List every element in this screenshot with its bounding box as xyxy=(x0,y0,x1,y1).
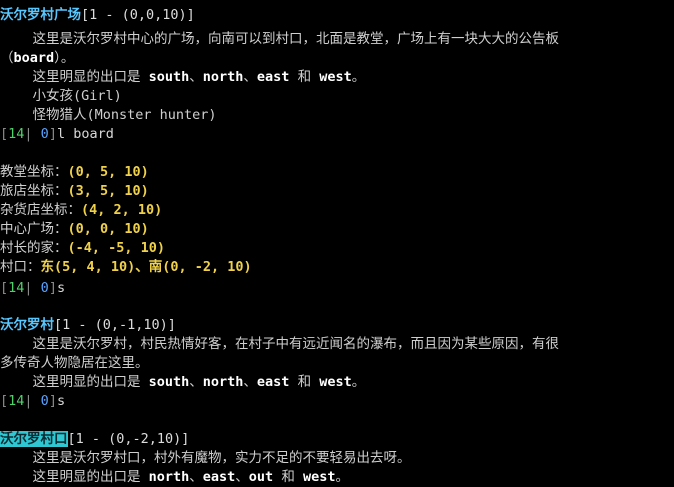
npc-monster-hunter: 怪物猎人(Monster hunter) xyxy=(0,107,217,123)
room-description: 这里是沃尔罗村中心的广场，向南可以到村口，北面是教堂，广场上有一块大大的公告板 xyxy=(0,31,560,47)
room-header: 沃尔罗村[1 - (0,-1,10)] xyxy=(0,316,674,335)
room-name: 沃尔罗村 xyxy=(0,317,54,333)
command-text: l board xyxy=(56,126,114,142)
exit-east: east xyxy=(256,374,290,390)
room-header: 沃尔罗村广场[1 - (0,0,10)] xyxy=(0,6,674,25)
room-name-highlighted: 沃尔罗村口 xyxy=(0,431,68,447)
prompt-hp: 14 xyxy=(8,393,25,409)
exit-west: west xyxy=(302,469,336,485)
board-item: board xyxy=(13,50,55,66)
board-row: 旅店坐标：(3, 5, 10) xyxy=(0,183,149,199)
prompt-mp: 0 xyxy=(32,393,49,409)
prompt-mp: 0 xyxy=(32,280,49,296)
board-row: 村长的家：(-4, -5, 10) xyxy=(0,240,166,256)
command-prompt: [14| 0]s xyxy=(0,280,66,296)
prompt-mp: 0 xyxy=(32,126,49,142)
prompt-hp: 14 xyxy=(8,126,25,142)
exit-west: west xyxy=(319,69,352,85)
room-description: 这里是沃尔罗村口，村外有魔物，实力不足的不要轻易出去呀。 xyxy=(0,450,411,466)
terminal-output: 沃尔罗村广场[1 - (0,0,10)] 这里是沃尔罗村中心的广场，向南可以到村… xyxy=(0,0,674,486)
board-row: 杂货店坐标：(4, 2, 10) xyxy=(0,202,163,218)
room-header: 沃尔罗村口[1 - (0,-2,10)] xyxy=(0,430,674,449)
exit-south: south xyxy=(148,69,190,85)
exit-east: east xyxy=(202,469,236,485)
board-row: 中心广场：(0, 0, 10) xyxy=(0,221,149,237)
room-description-cont: 多传奇人物隐居在这里。 xyxy=(0,355,149,371)
room-exits: 这里明显的出口是 north、east、out 和 west。 xyxy=(0,469,349,485)
command-text: s xyxy=(56,393,66,409)
room-coordinates: [1 - (0,0,10)] xyxy=(81,7,195,23)
room-coordinates: [1 - (0,-1,10)] xyxy=(54,317,176,333)
board-row: 教堂坐标：(0, 5, 10) xyxy=(0,164,149,180)
exit-west: west xyxy=(319,374,352,390)
command-text: s xyxy=(56,280,66,296)
room-description: 这里是沃尔罗村，村民热情好客，在村子中有远近闻名的瀑布，而且因为某些原因，有很 xyxy=(0,336,560,352)
prompt-hp: 14 xyxy=(8,280,25,296)
room-description-cont: （board）。 xyxy=(0,50,75,66)
exit-north: north xyxy=(202,374,244,390)
command-prompt: [14| 0]l board xyxy=(0,126,114,142)
exit-out: out xyxy=(248,469,274,485)
command-prompt: [14| 0]s xyxy=(0,393,66,409)
exit-north: north xyxy=(202,69,244,85)
exit-east: east xyxy=(256,69,290,85)
exit-south: south xyxy=(148,374,190,390)
exit-north: north xyxy=(148,469,190,485)
room-exits: 这里明显的出口是 south、north、east 和 west。 xyxy=(0,69,366,85)
room-coordinates: [1 - (0,-2,10)] xyxy=(67,431,190,447)
board-row-gate: 村口：东(5, 4, 10)、南(0, -2, 10) xyxy=(0,259,252,275)
room-exits: 这里明显的出口是 south、north、east 和 west。 xyxy=(0,374,366,390)
npc-girl: 小女孩(Girl) xyxy=(0,88,122,104)
room-name: 沃尔罗村广场 xyxy=(0,7,81,23)
